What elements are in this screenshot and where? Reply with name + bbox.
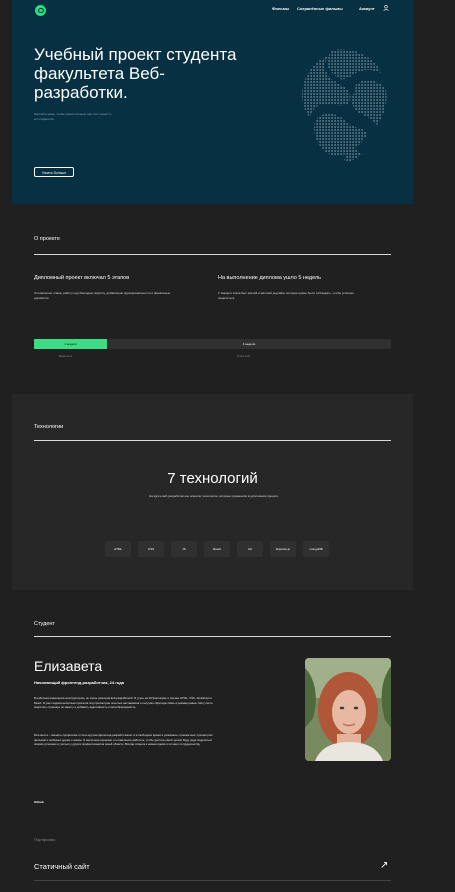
nav-account[interactable]: Аккаунт — [359, 6, 375, 11]
hero-title: Учебный проект студента факультета Веб-р… — [34, 45, 237, 102]
about-stages-heading: Дипломный проект включал 5 этапов — [34, 275, 130, 281]
frontend-label: Front-end — [237, 354, 251, 358]
about-stages-text: Составление плана, работу над бэкендом, … — [34, 291, 171, 300]
about-weeks-text: У каждого этапа был мягкий и жёсткий дед… — [218, 291, 354, 300]
portfolio-divider — [34, 880, 391, 881]
backend-label: Back-end — [59, 354, 72, 358]
tech-chip-html: HTML — [105, 541, 131, 557]
about-weeks-heading: На выполнение диплома ушло 5 недель — [218, 275, 322, 281]
page: Фильмы Сохранённые фильмы Аккаунт Учебны… — [12, 0, 413, 881]
nav-films[interactable]: Фильмы — [272, 6, 289, 11]
student-name: Елизавета — [34, 658, 103, 674]
github-link[interactable]: Github — [34, 800, 44, 804]
tech-section — [12, 394, 413, 590]
logo-icon[interactable] — [35, 5, 46, 16]
student-job: Начинающий фронтенд-разработчик, 24 года — [34, 680, 125, 685]
tech-chips: HTML CSS JS React Git Express.js mongoDB — [105, 541, 329, 557]
portfolio-label: Портфолио — [34, 837, 56, 842]
hero-subtitle: Листайте ниже, чтобы узнать больше про э… — [34, 112, 112, 121]
tech-headline: 7 технологий — [167, 470, 258, 487]
learn-more-button[interactable]: Узнать больше — [34, 167, 74, 177]
tech-chip-express: Express.js — [270, 541, 296, 557]
tech-chip-mongodb: mongoDB — [303, 541, 329, 557]
student-photo — [305, 658, 391, 761]
tech-chip-js: JS — [171, 541, 197, 557]
tech-text: На курсе веб-разработки мы освоили техно… — [149, 494, 279, 498]
arrow-icon[interactable]: ↗ — [380, 860, 388, 871]
about-divider — [34, 254, 391, 255]
student-bio-1: В работала инженером-конструктором, но о… — [34, 696, 213, 710]
nav-saved-films[interactable]: Сохранённые фильмы — [297, 6, 343, 11]
hero-section: Фильмы Сохранённые фильмы Аккаунт Учебны… — [12, 0, 413, 204]
student-divider — [34, 636, 391, 637]
backend-progress-bar: 1 неделя — [34, 339, 107, 349]
account-icon[interactable] — [383, 5, 389, 13]
globe-icon — [302, 49, 387, 161]
tech-chip-react: React — [204, 541, 230, 557]
frontend-progress-bar: 4 недели — [107, 339, 391, 349]
student-title: Студент — [34, 621, 55, 627]
student-bio-2: Моя мечта – сменить профессию и стать кр… — [34, 733, 213, 747]
tech-divider — [34, 440, 391, 441]
tech-chip-git: Git — [237, 541, 263, 557]
about-title: О проекте — [34, 236, 60, 242]
portfolio-link-static-site[interactable]: Статичный сайт — [34, 862, 90, 871]
tech-chip-css: CSS — [138, 541, 164, 557]
tech-title: Технологии — [34, 424, 64, 430]
